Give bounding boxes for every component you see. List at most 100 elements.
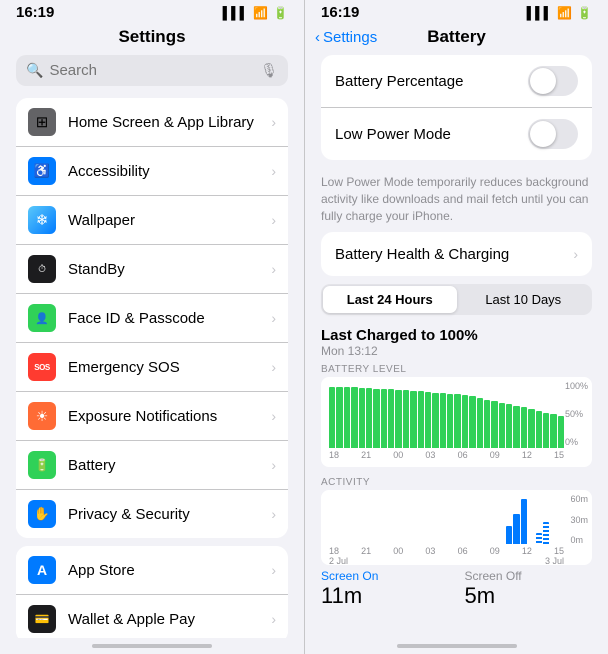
low-power-mode-item: Low Power Mode [321, 108, 592, 160]
chevron-icon: › [271, 408, 276, 424]
battery-label: Battery [68, 457, 271, 474]
charged-info: Last Charged to 100% Mon 13:12 [305, 323, 608, 360]
wallet-label: Wallet & Apple Pay [68, 611, 271, 628]
left-status-icons: ▌▌▌ 📶 🔋 [223, 6, 288, 20]
activity-label: ACTIVITY [321, 477, 592, 488]
battery-health-item[interactable]: Battery Health & Charging › [321, 232, 592, 276]
activity-bar [536, 533, 542, 544]
left-title: Settings [0, 23, 304, 55]
battery-level-section: BATTERY LEVEL 100% 50% 0% 18 21 00 03 06… [305, 360, 608, 467]
toggle-knob-lp [530, 121, 556, 147]
date-2jul: 2 Jul [329, 556, 348, 565]
appstore-icon: A [28, 556, 56, 584]
battery-icon: 🔋 [273, 6, 288, 20]
tab-last-24-hours[interactable]: Last 24 Hours [323, 286, 457, 313]
tab-last-10-days[interactable]: Last 10 Days [457, 286, 591, 313]
sidebar-item-privacy[interactable]: ✋ Privacy & Security › [16, 490, 288, 538]
right-status-bar: 16:19 ▌▌▌ 📶 🔋 [305, 0, 608, 23]
screen-off-label: Screen Off [465, 569, 593, 583]
battery-bar [344, 387, 350, 449]
battery-bar [550, 414, 556, 448]
signal-icon: ▌▌▌ [223, 6, 249, 20]
x-09: 09 [490, 450, 500, 460]
r-signal-icon: ▌▌▌ [527, 6, 553, 20]
battery-bar [543, 413, 549, 449]
chevron-icon: › [271, 457, 276, 473]
ay-60: 60m [570, 494, 588, 504]
search-icon: 🔍 [26, 62, 43, 79]
battery-bar [506, 404, 512, 448]
x-21: 21 [361, 450, 371, 460]
battery-bar [521, 407, 527, 448]
sidebar-item-wallpaper[interactable]: ❄ Wallpaper › [16, 196, 288, 245]
left-time: 16:19 [16, 4, 54, 21]
x-15: 15 [554, 450, 564, 460]
home-indicator [92, 644, 212, 648]
sidebar-item-faceid[interactable]: 👤 Face ID & Passcode › [16, 294, 288, 343]
ax-21: 21 [361, 546, 371, 556]
left-status-bar: 16:19 ▌▌▌ 📶 🔋 [0, 0, 304, 23]
sidebar-item-sos[interactable]: SOS Emergency SOS › [16, 343, 288, 392]
battery-bar [373, 389, 379, 449]
privacy-label: Privacy & Security [68, 506, 271, 523]
time-tabs: Last 24 Hours Last 10 Days [321, 284, 592, 315]
mic-icon: 🎙 [260, 62, 278, 79]
battery-bars [325, 383, 588, 448]
battery-bar [410, 391, 416, 449]
charged-title: Last Charged to 100% [321, 327, 592, 344]
sidebar-item-appstore[interactable]: A App Store › [16, 546, 288, 595]
activity-bars [325, 494, 588, 544]
battery-bar [395, 390, 401, 449]
sidebar-item-wallet[interactable]: 💳 Wallet & Apple Pay › [16, 595, 288, 638]
battery-bar [469, 396, 475, 448]
search-input[interactable] [49, 62, 254, 79]
activity-x-labels: 18 21 00 03 06 09 12 15 [325, 544, 588, 556]
chevron-icon: › [271, 310, 276, 326]
sidebar-item-accessibility[interactable]: ♿ Accessibility › [16, 147, 288, 196]
right-home-indicator [397, 644, 517, 648]
ax-15: 15 [554, 546, 564, 556]
appstore-label: App Store [68, 562, 271, 579]
chevron-icon: › [271, 506, 276, 522]
sidebar-item-standby[interactable]: ⏱ StandBy › [16, 245, 288, 294]
ax-00: 00 [393, 546, 403, 556]
activity-bar [513, 514, 519, 544]
exposure-label: Exposure Notifications [68, 408, 271, 425]
activity-section: ACTIVITY 60m 30m 0m 18 21 00 03 06 09 12… [305, 473, 608, 565]
y-label-100: 100% [565, 381, 588, 391]
search-bar[interactable]: 🔍 🎙 [16, 55, 288, 86]
battery-bar [403, 390, 409, 449]
wallpaper-icon: ❄ [28, 206, 56, 234]
right-status-icons: ▌▌▌ 📶 🔋 [527, 6, 592, 20]
wallet-icon: 💳 [28, 605, 56, 633]
battery-percentage-toggle[interactable] [528, 66, 578, 96]
battery-bar [381, 389, 387, 449]
battery-bar [462, 395, 468, 448]
battery-bar [477, 398, 483, 449]
x-06: 06 [458, 450, 468, 460]
low-power-toggle[interactable] [528, 119, 578, 149]
x-00: 00 [393, 450, 403, 460]
screen-stats: Screen On 11m Screen Off 5m [305, 565, 608, 609]
back-button[interactable]: ‹ Settings [315, 29, 377, 46]
low-power-mode-label: Low Power Mode [335, 126, 528, 143]
screen-on-value: 11m [321, 583, 449, 609]
battery-percentage-label: Battery Percentage [335, 73, 528, 90]
accessibility-icon: ♿ [28, 157, 56, 185]
right-nav: ‹ Settings Battery [305, 23, 608, 55]
settings-group-2: A App Store › 💳 Wallet & Apple Pay › [16, 546, 288, 638]
sidebar-item-battery[interactable]: 🔋 Battery › [16, 441, 288, 490]
screen-on-label: Screen On [321, 569, 449, 583]
r-battery-icon: 🔋 [577, 6, 592, 20]
activity-bar [506, 526, 512, 545]
battery-bar [447, 394, 453, 449]
exposure-icon: ☀ [28, 402, 56, 430]
battery-settings-icon: 🔋 [28, 451, 56, 479]
sidebar-item-exposure[interactable]: ☀ Exposure Notifications › [16, 392, 288, 441]
chevron-icon: › [271, 611, 276, 627]
battery-bar [359, 388, 365, 448]
privacy-icon: ✋ [28, 500, 56, 528]
battery-health-chevron: › [573, 246, 578, 262]
sidebar-item-home-screen[interactable]: ⊞ Home Screen & App Library › [16, 98, 288, 147]
right-panel: 16:19 ▌▌▌ 📶 🔋 ‹ Settings Battery Battery… [304, 0, 608, 654]
